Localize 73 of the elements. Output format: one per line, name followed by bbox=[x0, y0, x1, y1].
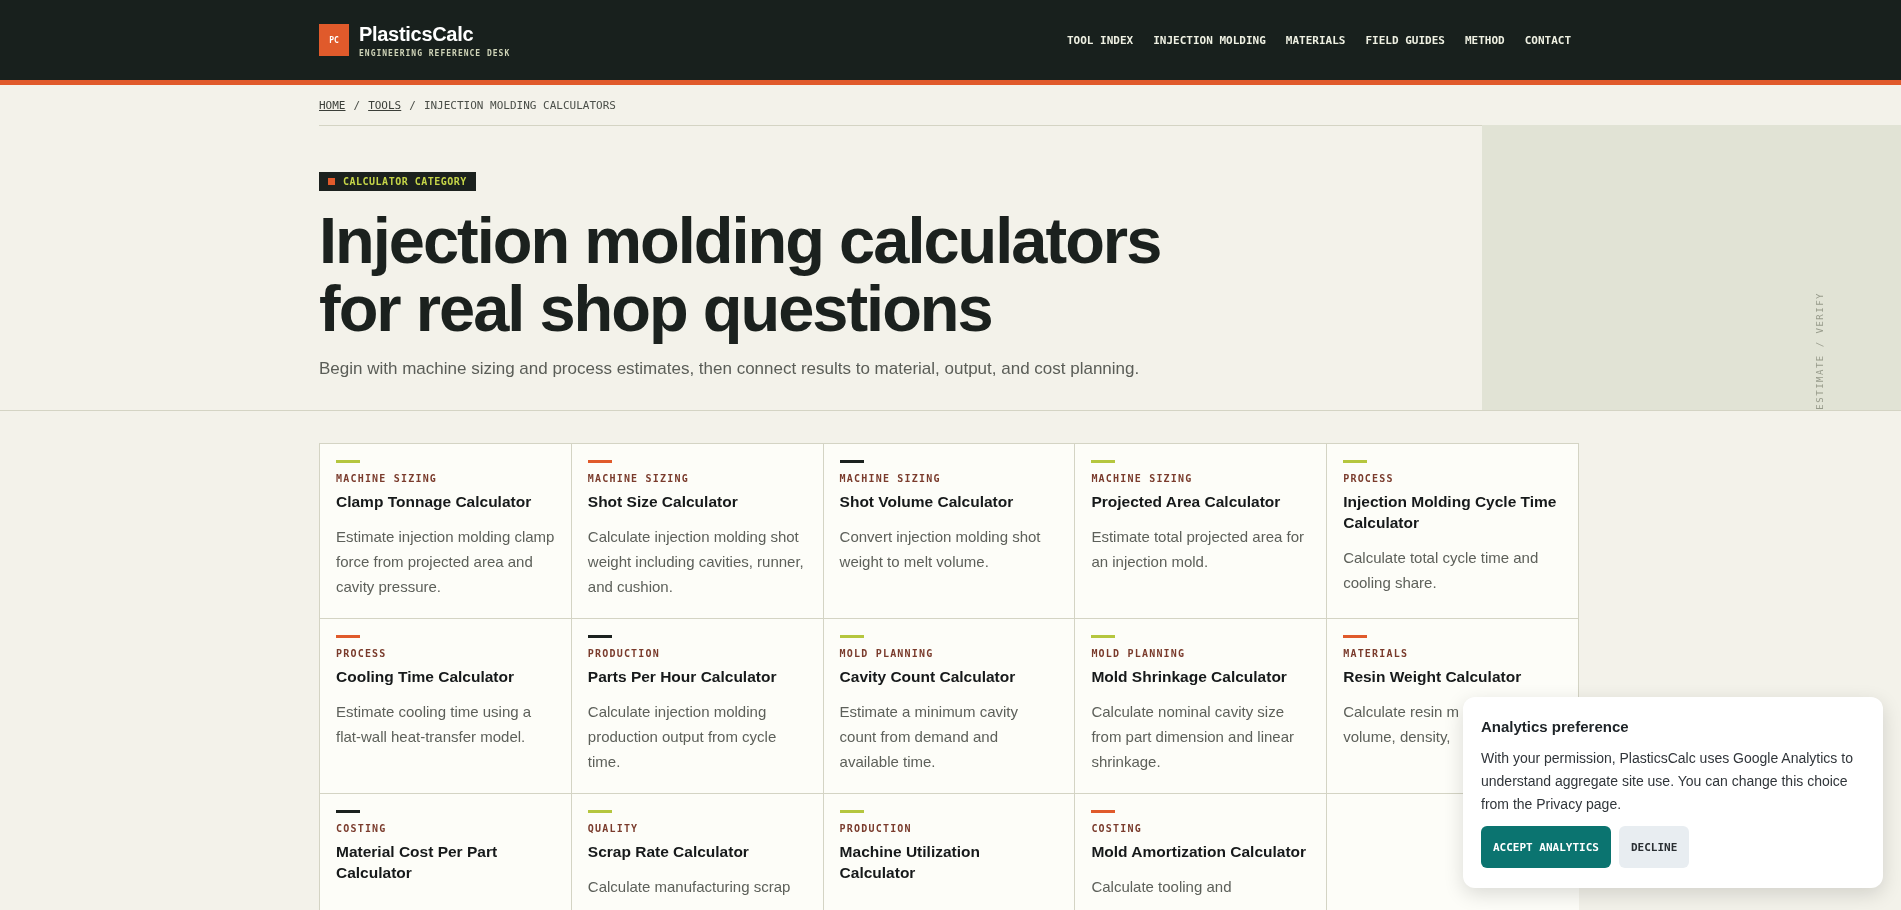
card-description: Calculate injection molding shot weight including cavities, runner, and cushion. bbox=[587, 527, 805, 597]
calculator-card[interactable]: QUALITY Scrap Rate Calculator Calculate manufacturing scrap bbox=[571, 794, 824, 910]
card-description: Estimate a minimum cavity count from demand and available time. bbox=[839, 702, 1019, 772]
card-category: PROCESS bbox=[1343, 473, 1395, 484]
card-title[interactable]: Mold Amortization Calculator bbox=[1091, 841, 1311, 862]
decline-button[interactable]: DECLINE bbox=[1618, 826, 1690, 868]
card-description: Convert injection molding shot weight to melt volume. bbox=[839, 527, 1042, 572]
card-category: MACHINE SIZING bbox=[839, 473, 942, 484]
card-category: PRODUCTION bbox=[839, 823, 913, 834]
accept-button[interactable]: ACCEPT ANALYTICS bbox=[1481, 826, 1611, 868]
nav-link[interactable]: METHOD bbox=[1464, 33, 1505, 47]
calculator-card[interactable]: COSTING Mold Amortization Calculator Calculate tooling and bbox=[1075, 794, 1328, 910]
card-category: COSTING bbox=[1091, 823, 1143, 834]
card-title[interactable]: Scrap Rate Calculator bbox=[587, 841, 807, 862]
card-title[interactable]: Clamp Tonnage Calculator bbox=[336, 491, 555, 512]
card-title[interactable]: Injection Molding Cycle Time Calculator bbox=[1343, 491, 1562, 533]
breadcrumb-separator: / bbox=[409, 98, 416, 112]
card-category: MATERIALS bbox=[1343, 648, 1410, 659]
card-category: MACHINE SIZING bbox=[1091, 473, 1194, 484]
card-category: PRODUCTION bbox=[587, 648, 661, 659]
logo-mark[interactable]: PC bbox=[319, 24, 349, 56]
nav-link[interactable]: INJECTION MOLDING bbox=[1153, 33, 1266, 47]
card-title[interactable]: Shot Volume Calculator bbox=[839, 491, 1059, 512]
category-tag: CALCULATOR CATEGORY bbox=[319, 172, 476, 191]
side-label: ESTIMATE / VERIFY bbox=[1815, 292, 1825, 410]
brand-tagline: ENGINEERING REFERENCE DESK bbox=[359, 48, 511, 58]
calculator-card[interactable]: MACHINE SIZING Projected Area Calculator Estimate total projected area for an injection mold. bbox=[1075, 444, 1328, 619]
card-description: Calculate total cycle time and cooling share. bbox=[1343, 548, 1540, 593]
breadcrumb-current: INJECTION MOLDING CALCULATORS bbox=[423, 98, 616, 112]
card-category: MACHINE SIZING bbox=[336, 473, 439, 484]
card-title[interactable]: Material Cost Per Part Calculator bbox=[336, 841, 555, 883]
calculator-card[interactable]: MACHINE SIZING Shot Size Calculator Calculate injection molding shot weight including cavities, runner, and cushion. bbox=[571, 444, 824, 619]
calculator-card[interactable]: COSTING Material Cost Per Part Calculator bbox=[320, 794, 572, 910]
card-description: Estimate injection molding clamp force from projected area and cavity pressure. bbox=[336, 527, 555, 597]
card-title[interactable]: Machine Utilization Calculator bbox=[839, 841, 1059, 883]
card-category: QUALITY bbox=[587, 823, 640, 834]
nav-link[interactable]: CONTACT bbox=[1524, 33, 1571, 47]
card-title[interactable]: Shot Size Calculator bbox=[587, 491, 807, 512]
calculator-card[interactable]: MOLD PLANNING Mold Shrinkage Calculator Calculate nominal cavity size from part dimension and linear shrinkage. bbox=[1075, 619, 1328, 794]
card-description: Calculate injection molding production output from cycle time. bbox=[587, 702, 778, 772]
nav-link[interactable]: TOOL INDEX bbox=[1066, 33, 1134, 47]
calculator-card[interactable]: MACHINE SIZING Clamp Tonnage Calculator Estimate injection molding clamp force from projected area and cavity pressure. bbox=[320, 444, 572, 619]
nav-link[interactable]: MATERIALS bbox=[1285, 33, 1346, 47]
card-title[interactable]: Projected Area Calculator bbox=[1091, 491, 1311, 512]
card-description: Calculate manufacturing scrap bbox=[587, 877, 791, 897]
breadcrumb-separator: / bbox=[353, 98, 361, 112]
card-category: MACHINE SIZING bbox=[587, 473, 690, 484]
card-title[interactable]: Cooling Time Calculator bbox=[336, 666, 555, 687]
page-title: Injection molding calculators for real shop questions bbox=[319, 207, 1162, 343]
calculator-card[interactable]: MACHINE SIZING Shot Volume Calculator Convert injection molding shot weight to melt volume. bbox=[823, 444, 1076, 619]
card-description: Calculate resin m volume, density, bbox=[1343, 702, 1460, 747]
card-title[interactable]: Resin Weight Calculator bbox=[1343, 666, 1562, 687]
breadcrumb-link[interactable]: HOME bbox=[319, 98, 346, 112]
card-description: Calculate nominal cavity size from part dimension and linear shrinkage. bbox=[1091, 702, 1295, 772]
card-category: PROCESS bbox=[336, 648, 388, 659]
card-title[interactable]: Mold Shrinkage Calculator bbox=[1091, 666, 1311, 687]
breadcrumb-link[interactable]: TOOLS bbox=[368, 98, 402, 112]
calculator-card[interactable]: PROCESS Cooling Time Calculator Estimate cooling time using a flat-wall heat-transfer model. bbox=[320, 619, 572, 794]
calculator-card[interactable]: PROCESS Injection Molding Cycle Time Calculator Calculate total cycle time and cooling share. bbox=[1327, 444, 1579, 619]
card-category: MOLD PLANNING bbox=[839, 648, 935, 659]
brand-name[interactable]: PlasticsCalc bbox=[359, 22, 511, 46]
card-description: Estimate cooling time using a flat-wall heat-transfer model. bbox=[336, 702, 533, 747]
calculator-card[interactable]: PRODUCTION Parts Per Hour Calculator Calculate injection molding production output from cycle time. bbox=[571, 619, 824, 794]
calculator-card[interactable]: PRODUCTION Machine Utilization Calculator bbox=[823, 794, 1076, 910]
card-category: COSTING bbox=[336, 823, 388, 834]
nav-link[interactable]: FIELD GUIDES bbox=[1365, 33, 1445, 47]
card-category: MOLD PLANNING bbox=[1091, 648, 1187, 659]
card-title[interactable]: Cavity Count Calculator bbox=[839, 666, 1059, 687]
calculator-card[interactable]: MOLD PLANNING Cavity Count Calculator Estimate a minimum cavity count from demand and available time. bbox=[823, 619, 1076, 794]
card-description: Estimate total projected area for an injection mold. bbox=[1091, 527, 1305, 572]
card-description: Calculate tooling and bbox=[1091, 877, 1232, 897]
card-title[interactable]: Parts Per Hour Calculator bbox=[587, 666, 807, 687]
page-subtitle: Begin with machine sizing and process estimates, then connect results to material, output, and cost planning. bbox=[319, 359, 1141, 379]
